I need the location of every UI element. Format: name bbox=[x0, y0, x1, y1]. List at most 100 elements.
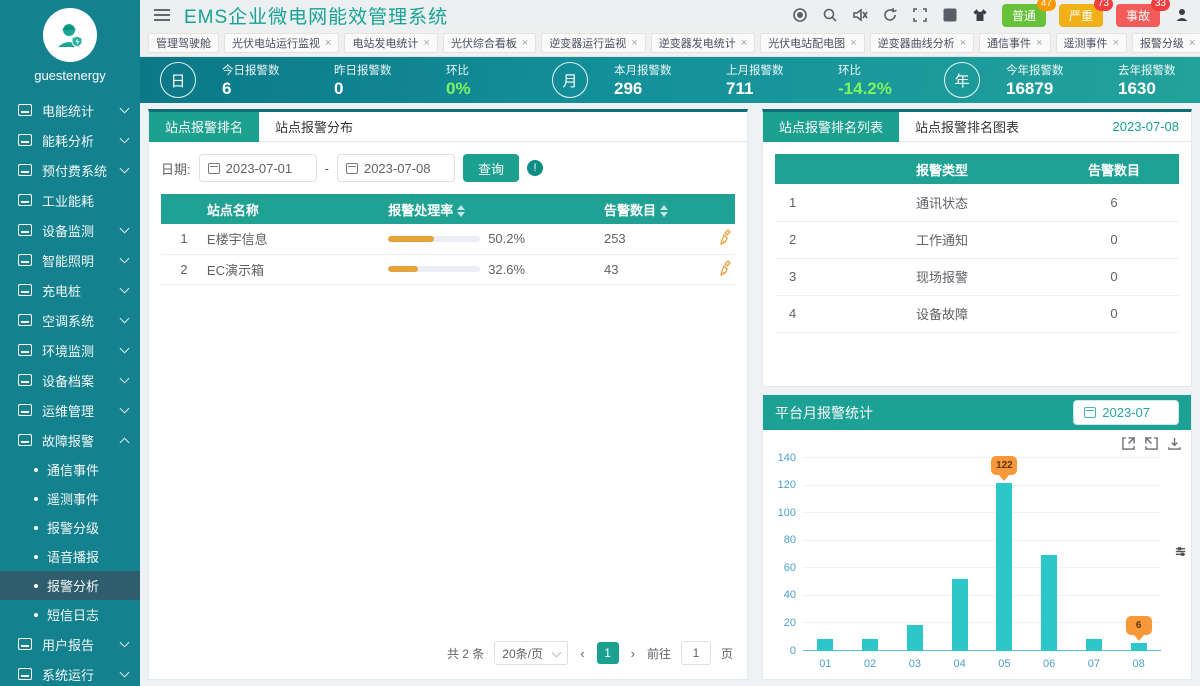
next-page-button[interactable]: › bbox=[629, 646, 637, 661]
sidebar-item-hvac[interactable]: 空调系统 bbox=[0, 305, 140, 335]
alarm-chip-normal[interactable]: 普通 47 bbox=[1001, 0, 1056, 27]
chevron-down-icon bbox=[119, 637, 130, 648]
clear-broom-icon[interactable] bbox=[719, 229, 735, 246]
sidebar-item-user-report[interactable]: 用户报告 bbox=[0, 629, 140, 659]
bar[interactable] bbox=[1130, 642, 1147, 651]
close-icon[interactable]: × bbox=[850, 37, 856, 49]
sidebar-subitem-voice-broadcast[interactable]: 语音播报 bbox=[0, 542, 140, 571]
tab-alarm-levels[interactable]: 报警分级 × bbox=[1131, 33, 1200, 53]
tab-inverter-curve[interactable]: 逆变器曲线分析 × bbox=[869, 33, 975, 53]
close-icon[interactable]: × bbox=[1189, 37, 1195, 49]
sidebar-subitem-sms-log[interactable]: 短信日志 bbox=[0, 600, 140, 629]
close-icon[interactable]: × bbox=[960, 37, 966, 49]
tab-alarm-rank-chart[interactable]: 站点报警排名图表 bbox=[899, 112, 1035, 142]
sidebar-subitem-comm-events[interactable]: 通信事件 bbox=[0, 455, 140, 484]
menu-toggle-icon[interactable] bbox=[154, 9, 170, 21]
tab-pv-monitor[interactable]: 光伏电站运行监视 × bbox=[224, 33, 340, 53]
accident-count-badge: 33 bbox=[1150, 0, 1170, 11]
bar-chart-plot: 0 20 40 60 80 100 120 140 01 02 03 04 05 122 06 07 08 6 bbox=[778, 452, 1161, 670]
close-icon[interactable]: × bbox=[741, 37, 747, 49]
goto-page-input[interactable]: 1 bbox=[680, 641, 711, 665]
page-number-button[interactable]: 1 bbox=[596, 642, 619, 664]
tab-site-alarm-ranking[interactable]: 站点报警排名 bbox=[149, 111, 260, 142]
sidebar-item-fault-alarm[interactable]: 故障报警 bbox=[0, 425, 140, 455]
mute-icon[interactable] bbox=[852, 7, 869, 24]
tab-comm-events[interactable]: 通信事件 × bbox=[979, 33, 1051, 53]
bar[interactable] bbox=[817, 638, 834, 651]
sidebar-item-energy-analysis[interactable]: 能耗分析 bbox=[0, 125, 140, 155]
tab-pv-distribution-map[interactable]: 光伏电站配电图 × bbox=[760, 33, 865, 53]
close-icon[interactable]: × bbox=[522, 37, 528, 49]
tab-alarm-rank-list[interactable]: 站点报警排名列表 bbox=[763, 111, 900, 142]
bar[interactable] bbox=[1041, 554, 1058, 651]
sidebar-item-prepaid[interactable]: 预付费系统 bbox=[0, 155, 140, 185]
save-image-icon[interactable] bbox=[1168, 437, 1181, 450]
stat-label: 今日报警数 bbox=[222, 64, 280, 77]
col-handle-rate[interactable]: 报警处理率 bbox=[388, 194, 604, 224]
sidebar-item-device-archive[interactable]: 设备档案 bbox=[0, 365, 140, 395]
translate-icon[interactable]: A bbox=[942, 7, 959, 24]
data-zoom-icon[interactable] bbox=[1174, 545, 1187, 563]
col-site-name[interactable]: 站点名称 bbox=[206, 194, 389, 224]
stat-value: 296 bbox=[614, 78, 643, 98]
bar[interactable] bbox=[996, 482, 1013, 651]
sidebar-item-device-monitor[interactable]: 设备监测 bbox=[0, 215, 140, 245]
user-icon[interactable] bbox=[1173, 7, 1190, 24]
prev-page-button[interactable]: ‹ bbox=[578, 646, 586, 661]
fullscreen-icon[interactable] bbox=[912, 7, 929, 24]
tab-station-gen-stats[interactable]: 电站发电统计 × bbox=[344, 33, 438, 53]
bar[interactable] bbox=[862, 638, 879, 651]
refresh-icon[interactable] bbox=[882, 7, 899, 24]
close-icon[interactable]: × bbox=[1036, 37, 1042, 49]
sort-icon[interactable] bbox=[457, 205, 466, 218]
y-axis-tick: 60 bbox=[783, 561, 796, 574]
tab-pv-board[interactable]: 光伏综合看板 × bbox=[442, 33, 537, 53]
chevron-down-icon bbox=[119, 403, 130, 414]
month-picker[interactable]: 2023-07 bbox=[1073, 400, 1179, 425]
top-header: EMS企业微电网能效管理系统 A 普通 47 严重 73 事故 33 bbox=[140, 0, 1200, 30]
sidebar-item-smart-lighting[interactable]: 智能照明 bbox=[0, 245, 140, 275]
clear-broom-icon[interactable] bbox=[719, 259, 735, 276]
alarm-chip-accident[interactable]: 事故 33 bbox=[1115, 0, 1170, 27]
bar[interactable] bbox=[906, 624, 923, 651]
y-axis-tick: 120 bbox=[777, 479, 796, 492]
tab-inverter-gen-stats[interactable]: 逆变器发电统计 × bbox=[650, 33, 756, 53]
stat-value: 0 bbox=[334, 78, 344, 98]
bar[interactable] bbox=[951, 579, 968, 651]
sidebar-subitem-alarm-levels[interactable]: 报警分级 bbox=[0, 513, 140, 542]
close-icon[interactable]: × bbox=[423, 37, 429, 49]
theme-shirt-icon[interactable] bbox=[972, 7, 989, 24]
search-icon[interactable] bbox=[822, 7, 839, 24]
sidebar-item-industrial-energy[interactable]: 工业能耗 bbox=[0, 185, 140, 215]
sidebar-subitem-telemetry-events[interactable]: 遥测事件 bbox=[0, 484, 140, 513]
sidebar-item-environment[interactable]: 环境监测 bbox=[0, 335, 140, 365]
sidebar-item-ops-management[interactable]: 运维管理 bbox=[0, 395, 140, 425]
restore-icon[interactable] bbox=[1122, 437, 1135, 450]
target-icon[interactable] bbox=[792, 7, 809, 24]
sidebar-subitem-alarm-analysis[interactable]: 报警分析 bbox=[0, 571, 140, 600]
tab-inverter-monitor[interactable]: 逆变器运行监视 × bbox=[541, 33, 646, 53]
data-view-icon[interactable] bbox=[1145, 437, 1158, 450]
bullet-icon bbox=[34, 525, 38, 530]
row-seq: 1 bbox=[161, 224, 207, 255]
query-button[interactable]: 查询 bbox=[462, 154, 519, 182]
bar-column: 06 bbox=[1027, 458, 1072, 670]
sidebar-item-energy-stats[interactable]: 电能统计 bbox=[0, 95, 140, 125]
sort-icon[interactable] bbox=[659, 205, 668, 218]
alarm-chip-severe[interactable]: 严重 73 bbox=[1058, 0, 1113, 27]
bar[interactable] bbox=[1085, 638, 1102, 651]
tab-site-alarm-distribution[interactable]: 站点报警分布 bbox=[259, 112, 369, 142]
sidebar-item-charging-pile[interactable]: 充电桩 bbox=[0, 275, 140, 305]
col-alarm-count[interactable]: 告警数目 bbox=[603, 194, 719, 224]
tab-dashboard[interactable]: 管理驾驶舱 bbox=[148, 33, 219, 53]
close-icon[interactable]: × bbox=[631, 37, 637, 49]
date-from-input[interactable]: 2023-07-01 bbox=[198, 154, 317, 182]
close-icon[interactable]: × bbox=[325, 37, 331, 49]
close-icon[interactable]: × bbox=[1113, 37, 1119, 49]
info-icon[interactable]: ! bbox=[526, 160, 543, 176]
tab-telemetry-events[interactable]: 遥测事件 × bbox=[1055, 33, 1127, 53]
chevron-down-icon bbox=[119, 103, 130, 114]
page-size-select[interactable]: 20条/页 bbox=[494, 641, 569, 665]
date-to-input[interactable]: 2023-07-08 bbox=[336, 154, 455, 182]
sidebar-item-system-run[interactable]: 系统运行 bbox=[0, 659, 140, 686]
